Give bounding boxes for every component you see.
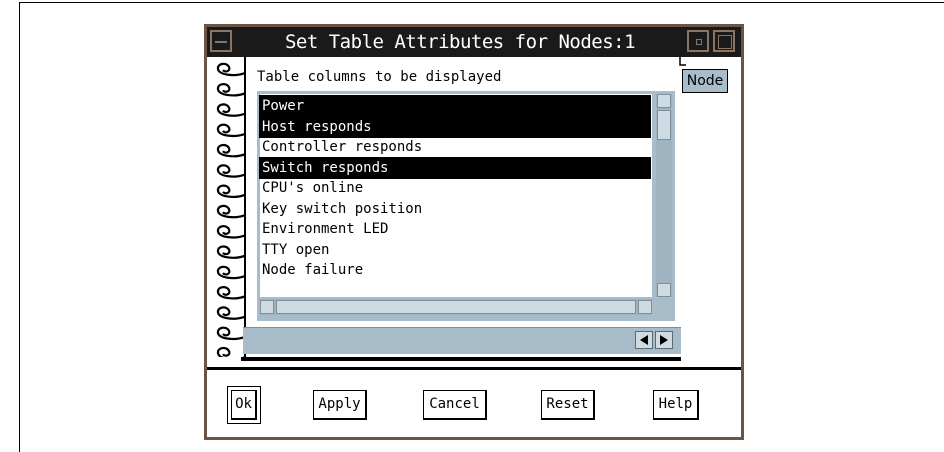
notebook: Table columns to be displayed Power Host … — [213, 57, 681, 357]
scroll-right-arrow-icon[interactable] — [638, 300, 652, 314]
vertical-scroll-thumb[interactable] — [657, 110, 671, 140]
columns-list-box: Power Host responds Controller responds Swi… — [257, 91, 675, 321]
next-page-arrow-icon[interactable] — [655, 331, 673, 349]
title-bar[interactable]: Set Table Attributes for Nodes:1 — [207, 27, 741, 57]
list-item[interactable]: Controller responds — [260, 137, 650, 157]
notebook-spiral-icon — [216, 57, 246, 357]
list-item[interactable]: CPU's online — [260, 178, 650, 198]
window-menu-icon[interactable] — [210, 30, 232, 52]
help-button[interactable]: Help — [653, 390, 699, 420]
notebook-page-footer — [243, 327, 681, 354]
dialog-separator — [207, 367, 741, 370]
vertical-scrollbar[interactable] — [656, 94, 672, 297]
figure-border-left — [19, 2, 20, 452]
window-title: Set Table Attributes for Nodes:1 — [284, 31, 636, 53]
set-table-attributes-dialog: Set Table Attributes for Nodes:1 Table c… — [204, 24, 744, 440]
list-item[interactable]: Switch responds — [259, 156, 651, 179]
tab-corner-mark — [679, 57, 686, 66]
list-item[interactable]: Power — [259, 95, 651, 117]
tab-node[interactable]: Node — [682, 69, 728, 93]
list-item[interactable]: Key switch position — [260, 199, 650, 219]
apply-button[interactable]: Apply — [313, 390, 367, 420]
reset-button[interactable]: Reset — [541, 390, 595, 420]
scroll-left-arrow-icon[interactable] — [260, 300, 274, 314]
list-item[interactable]: TTY open — [260, 240, 650, 260]
cancel-button[interactable]: Cancel — [423, 390, 487, 420]
list-item[interactable]: Environment LED — [260, 219, 650, 239]
scroll-down-arrow-icon[interactable] — [657, 283, 671, 297]
horizontal-scrollbar[interactable] — [260, 299, 652, 315]
previous-page-arrow-icon[interactable] — [635, 331, 653, 349]
horizontal-scroll-thumb[interactable] — [276, 300, 636, 314]
maximize-icon[interactable] — [713, 30, 735, 52]
list-item[interactable]: Node failure — [260, 260, 650, 280]
figure-border-top — [19, 2, 944, 3]
ok-button[interactable]: Ok — [231, 390, 257, 420]
minimize-icon[interactable] — [687, 30, 709, 52]
columns-label: Table columns to be displayed — [257, 69, 502, 85]
columns-list[interactable]: Power Host responds Controller responds Swi… — [259, 94, 652, 297]
scroll-up-arrow-icon[interactable] — [657, 94, 671, 108]
list-item[interactable]: Host responds — [259, 115, 651, 138]
